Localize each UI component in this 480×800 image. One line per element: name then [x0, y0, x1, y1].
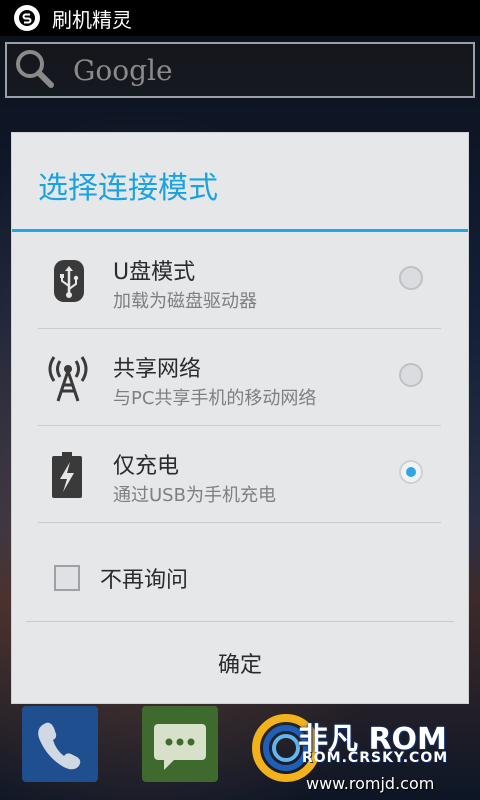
search-placeholder: Google — [73, 53, 173, 87]
button-divider — [26, 621, 454, 622]
option-usb-storage[interactable]: U盘模式 加载为磁盘驱动器 — [38, 232, 441, 329]
dont-ask-again-label: 不再询问 — [100, 568, 189, 593]
option-subtitle: 通过USB为手机充电 — [113, 485, 276, 506]
phone-app[interactable] — [22, 706, 98, 782]
search-icon — [13, 47, 55, 93]
option-radio[interactable] — [399, 363, 423, 387]
phone-icon — [38, 722, 81, 770]
watermark: 非凡 ROM ROM.CRSKY.COM www.romjd.com — [244, 704, 480, 800]
watermark-domain: ROM.CRSKY.COM — [302, 750, 449, 766]
option-charge-only[interactable]: 仅充电 通过USB为手机充电 — [38, 426, 441, 523]
ok-button[interactable]: 确定 — [12, 623, 468, 703]
option-title: 仅充电 — [113, 454, 180, 479]
dont-ask-again-checkbox[interactable] — [54, 565, 80, 591]
option-subtitle: 与PC共享手机的移动网络 — [113, 388, 317, 409]
network-tower-icon — [48, 355, 90, 407]
watermark-url: www.romjd.com — [306, 774, 435, 793]
option-network-sharing[interactable]: 共享网络 与PC共享手机的移动网络 — [38, 329, 441, 426]
status-app-name: 刷机精灵 — [52, 7, 132, 32]
messaging-app[interactable] — [142, 706, 218, 782]
usb-icon — [52, 258, 86, 308]
option-title: 共享网络 — [113, 357, 202, 382]
flash-genie-app-icon — [14, 5, 40, 31]
connection-mode-dialog: 选择连接模式 U盘模式 加载为磁盘驱动器 共享网络 与PC共享手机的移动网络 仅… — [12, 133, 468, 703]
status-bar: 刷机精灵 — [0, 0, 480, 36]
dont-ask-again-row[interactable]: 不再询问 — [54, 558, 188, 598]
option-title: U盘模式 — [113, 260, 196, 285]
google-search-bar[interactable]: Google — [5, 42, 475, 98]
option-subtitle: 加载为磁盘驱动器 — [113, 291, 257, 312]
message-icon — [154, 724, 206, 770]
option-radio[interactable] — [399, 266, 423, 290]
dialog-title: 选择连接模式 — [38, 171, 218, 206]
option-radio-selected[interactable] — [399, 460, 423, 484]
battery-charging-icon — [52, 452, 82, 502]
